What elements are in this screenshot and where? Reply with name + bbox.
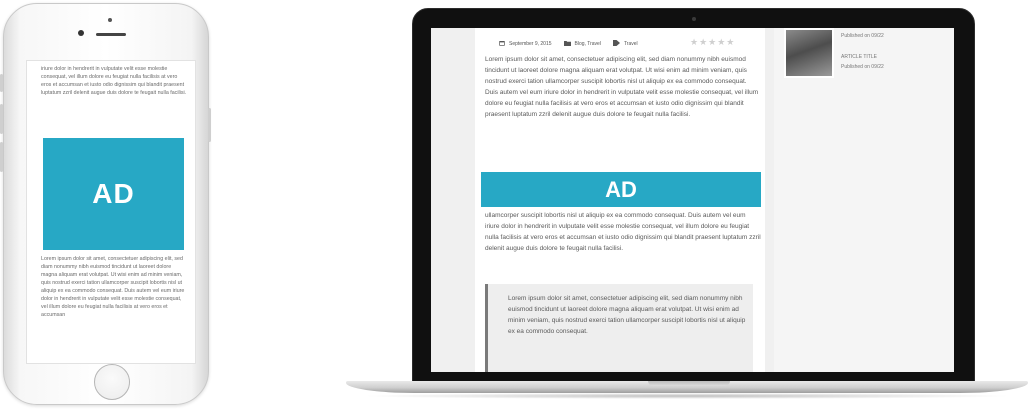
post-tags[interactable]: Travel — [612, 40, 638, 48]
post-meta: September 9, 2015 Blog, Travel Travel — [499, 38, 650, 50]
phone-paragraph-top: iriure dolor in hendrerit in vulputate v… — [41, 66, 187, 97]
phone-paragraph-bottom: Lorem ipsum dolor sit amet, consectetuer… — [41, 256, 185, 319]
post-date-text: September 9, 2015 — [509, 41, 552, 47]
sidebar-published-date-2: Published on 09/22 — [841, 64, 884, 70]
phone-camera-icon — [78, 30, 84, 36]
laptop-screen: September 9, 2015 Blog, Travel Travel ★★… — [431, 28, 954, 372]
article-paragraph-1: Lorem ipsum dolor sit amet, consectetuer… — [485, 56, 759, 118]
phone-screen: iriure dolor in hendrerit in vulputate v… — [26, 60, 196, 364]
phone-volume-up — [0, 104, 3, 134]
rating-stars[interactable]: ★★★★★ — [690, 37, 735, 48]
phone-speaker — [96, 33, 126, 36]
phone-device: iriure dolor in hendrerit in vulputate v… — [0, 3, 211, 405]
tag-icon — [612, 40, 620, 48]
laptop-lid-notch — [648, 381, 730, 386]
sidebar-published-date-1: Published on 09/22 — [841, 33, 884, 39]
phone-mute-switch — [0, 74, 3, 92]
laptop-camera-icon — [692, 17, 696, 21]
laptop-ad-banner[interactable]: AD — [481, 172, 761, 207]
article-paragraph-2: ullamcorper suscipit lobortis nisl ut al… — [485, 212, 761, 252]
folder-icon — [563, 40, 571, 48]
laptop-shadow — [360, 393, 1014, 399]
phone-ad-banner[interactable]: AD — [43, 138, 184, 250]
phone-volume-down — [0, 142, 3, 172]
phone-power-button — [208, 108, 211, 142]
phone-home-button[interactable] — [94, 364, 130, 400]
post-date: September 9, 2015 — [499, 40, 552, 48]
article-blockquote: Lorem ipsum dolor sit amet, consectetuer… — [485, 284, 753, 372]
calendar-icon — [499, 40, 505, 48]
phone-sensor — [108, 18, 112, 22]
sidebar-column — [774, 28, 954, 372]
blockquote-text: Lorem ipsum dolor sit amet, consectetuer… — [508, 295, 746, 335]
post-tags-text[interactable]: Travel — [624, 41, 638, 47]
related-article-thumbnail[interactable] — [784, 28, 834, 78]
post-categories[interactable]: Blog, Travel — [563, 40, 601, 48]
sidebar-article-title[interactable]: ARTICLE TITLE — [841, 54, 877, 60]
post-categories-text[interactable]: Blog, Travel — [575, 41, 601, 47]
